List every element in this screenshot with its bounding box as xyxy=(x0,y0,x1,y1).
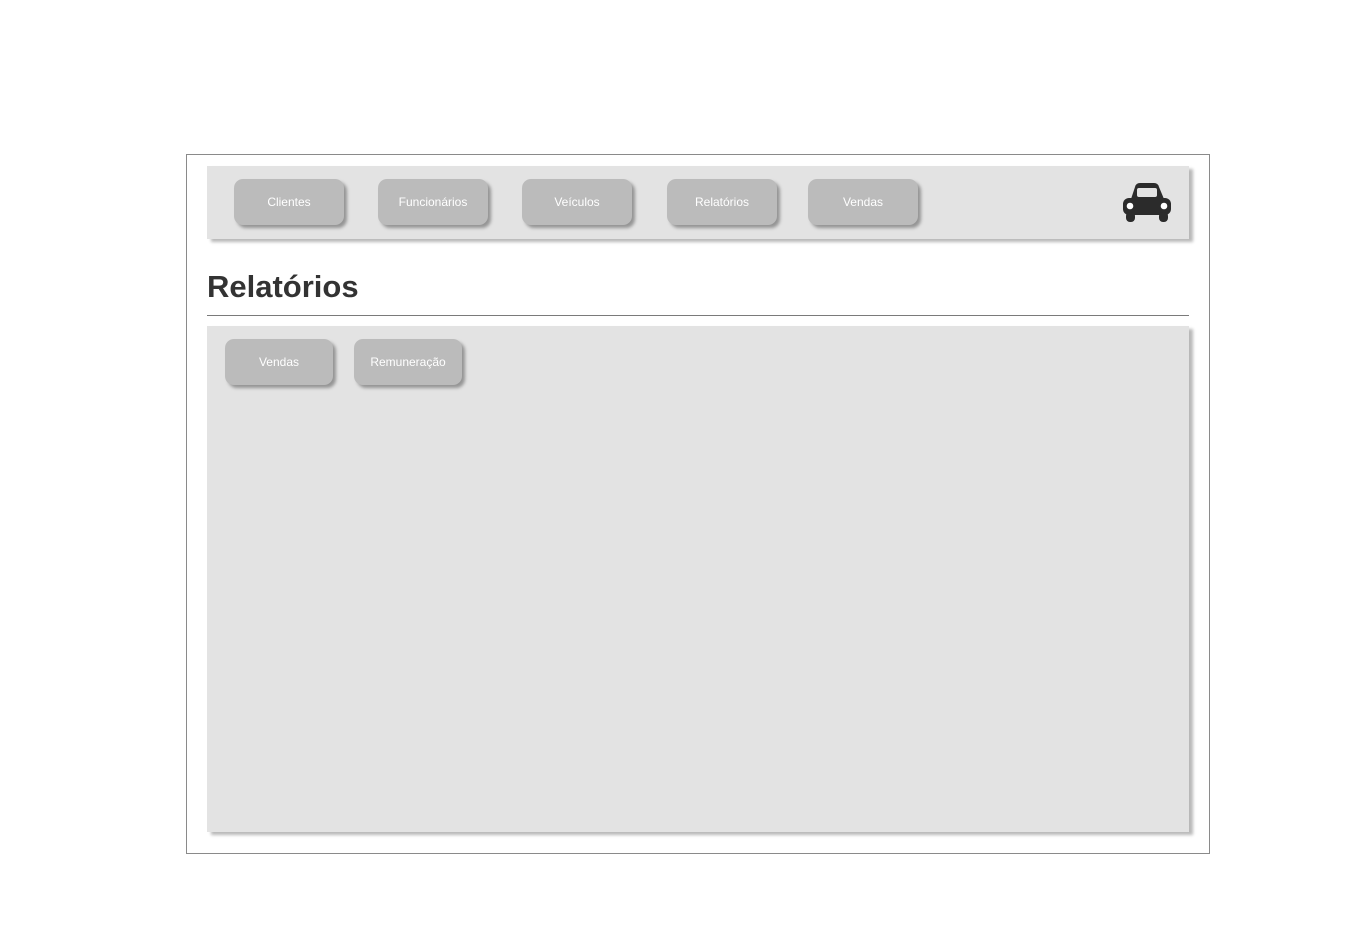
top-navbar: Clientes Funcionários Veículos Relatório… xyxy=(207,166,1189,239)
car-icon xyxy=(1123,183,1171,222)
nav-button-clientes[interactable]: Clientes xyxy=(234,179,344,225)
page-title: Relatórios xyxy=(207,269,359,304)
title-divider xyxy=(207,315,1189,316)
app-window: Clientes Funcionários Veículos Relatório… xyxy=(186,154,1210,854)
nav-button-funcionarios[interactable]: Funcionários xyxy=(378,179,488,225)
nav-button-relatorios[interactable]: Relatórios xyxy=(667,179,777,225)
reports-panel: Vendas Remuneração xyxy=(207,326,1189,832)
nav-button-veiculos[interactable]: Veículos xyxy=(522,179,632,225)
report-button-vendas[interactable]: Vendas xyxy=(225,339,333,385)
nav-button-vendas[interactable]: Vendas xyxy=(808,179,918,225)
report-button-remuneracao[interactable]: Remuneração xyxy=(354,339,462,385)
